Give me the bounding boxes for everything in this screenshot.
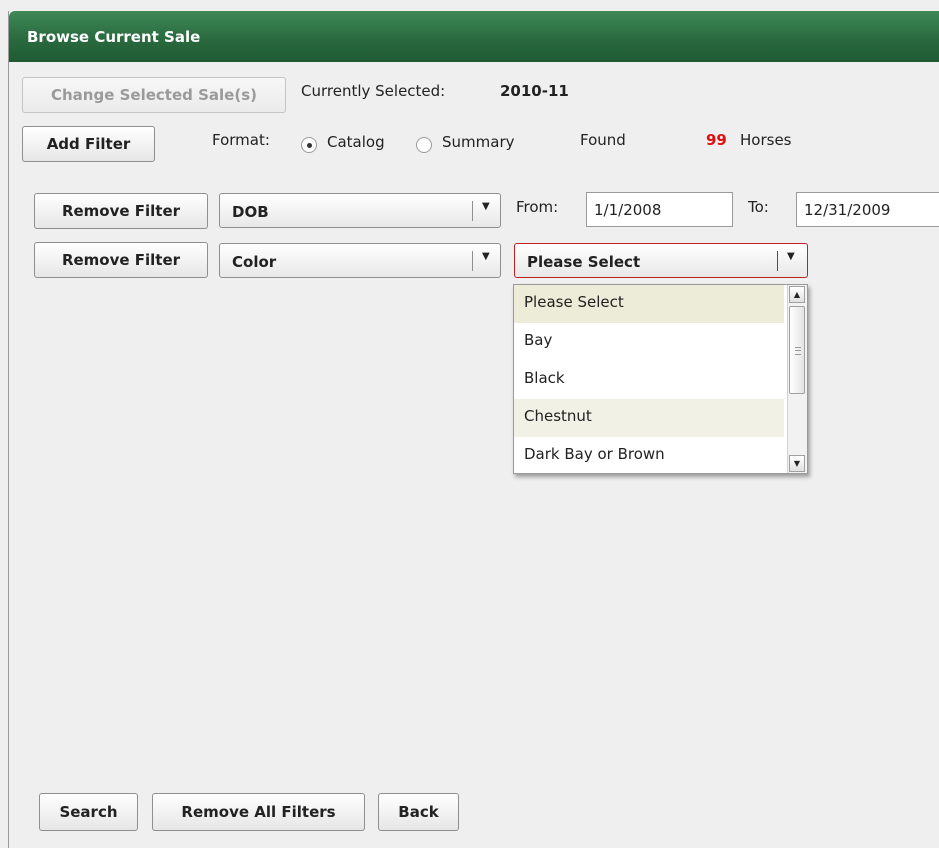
- radio-selected-dot: [307, 143, 312, 148]
- scroll-down-arrow-icon[interactable]: ▼: [789, 455, 805, 472]
- dropdown-option[interactable]: Chestnut: [514, 399, 784, 437]
- remove-filter-button-dob[interactable]: Remove Filter: [34, 193, 208, 229]
- remove-all-filters-button[interactable]: Remove All Filters: [152, 793, 365, 831]
- color-dropdown-list: Please Select Bay Black Chestnut Dark Ba…: [513, 284, 808, 474]
- chevron-down-icon: ▼: [787, 251, 795, 262]
- found-count: 99: [706, 131, 727, 149]
- dropdown-option[interactable]: Black: [514, 361, 784, 399]
- change-selected-sales-button[interactable]: Change Selected Sale(s): [22, 77, 286, 113]
- dropdown-option[interactable]: Please Select: [514, 285, 784, 323]
- filter-field-select-color[interactable]: Color ▼: [219, 243, 501, 278]
- search-button[interactable]: Search: [39, 793, 138, 831]
- grip-icon: [795, 347, 801, 355]
- color-value-selected: Please Select: [527, 253, 641, 271]
- dropdown-scrollbar[interactable]: ▲ ▼: [787, 285, 807, 473]
- filter-field-select-dob[interactable]: DOB ▼: [219, 193, 501, 228]
- color-value-select[interactable]: Please Select ▼: [514, 243, 808, 278]
- currently-selected-value: 2010-11: [500, 82, 569, 100]
- format-summary-radio[interactable]: [416, 137, 432, 153]
- remove-filter-button-color[interactable]: Remove Filter: [34, 242, 208, 278]
- back-button[interactable]: Back: [378, 793, 459, 831]
- filter-field-value: DOB: [232, 203, 269, 221]
- to-date-input[interactable]: 12/31/2009: [796, 192, 939, 227]
- scrollbar-thumb[interactable]: [789, 306, 805, 394]
- format-label: Format:: [212, 131, 270, 149]
- currently-selected-label: Currently Selected:: [301, 82, 446, 100]
- select-separator: [777, 251, 778, 271]
- dropdown-option[interactable]: Dark Bay or Brown: [514, 437, 784, 473]
- dropdown-option[interactable]: Bay: [514, 323, 784, 361]
- format-summary-label: Summary: [442, 133, 515, 151]
- to-label: To:: [748, 198, 769, 216]
- scroll-up-arrow-icon[interactable]: ▲: [789, 286, 805, 303]
- chevron-down-icon: ▼: [482, 201, 490, 212]
- panel-header: Browse Current Sale: [9, 11, 939, 63]
- found-unit: Horses: [740, 131, 792, 149]
- panel-title: Browse Current Sale: [27, 28, 201, 46]
- format-catalog-radio[interactable]: [301, 137, 317, 153]
- filter-field-value: Color: [232, 253, 277, 271]
- from-label: From:: [516, 198, 559, 216]
- select-separator: [472, 251, 473, 271]
- from-date-input[interactable]: 1/1/2008: [586, 192, 733, 227]
- select-separator: [472, 201, 473, 221]
- chevron-down-icon: ▼: [482, 251, 490, 262]
- format-catalog-label: Catalog: [327, 133, 385, 151]
- found-label: Found: [580, 131, 626, 149]
- add-filter-button[interactable]: Add Filter: [22, 126, 155, 162]
